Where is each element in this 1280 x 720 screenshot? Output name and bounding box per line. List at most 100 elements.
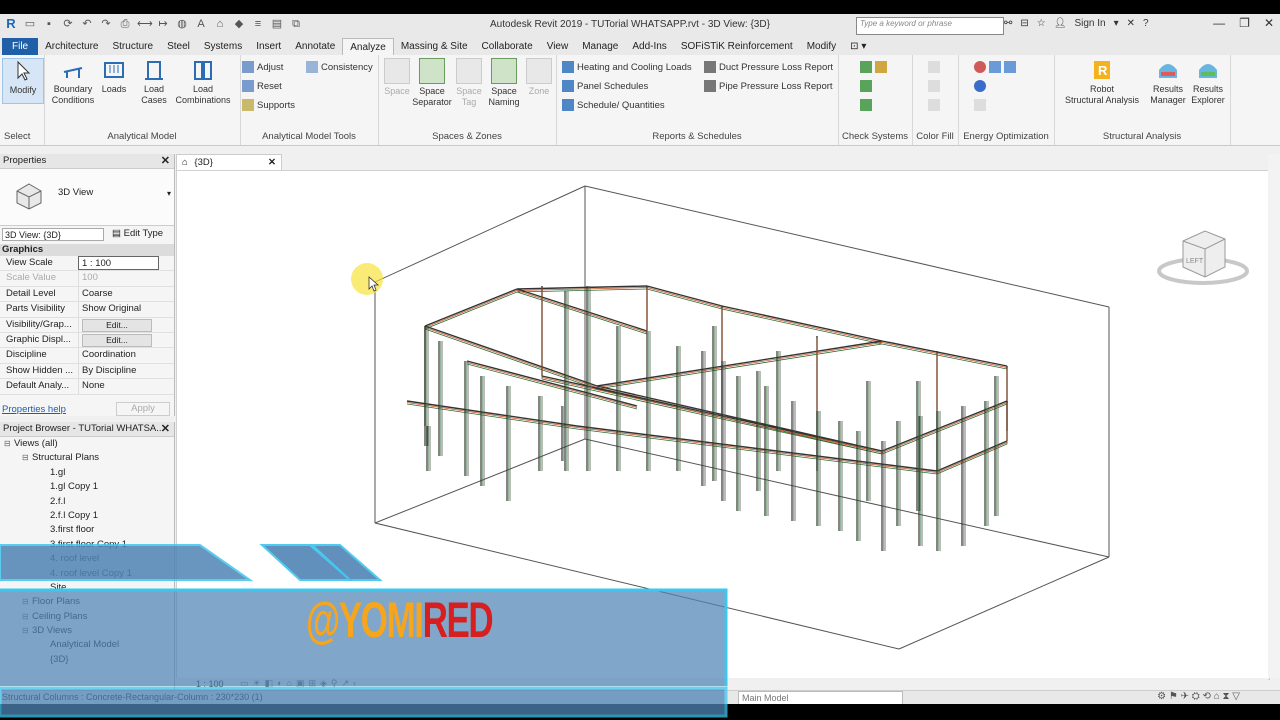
- optimize-button[interactable]: [974, 80, 986, 92]
- property-value[interactable]: Coarse: [78, 286, 158, 302]
- space-tag-button[interactable]: Space Tag: [452, 58, 486, 108]
- browser-node[interactable]: ⊟ Views (all): [0, 437, 174, 451]
- tab-modify[interactable]: Modify: [800, 38, 843, 55]
- browser-node[interactable]: 4. roof level Copy 1: [0, 567, 174, 581]
- robot-button[interactable]: R Robot Structural Analysis: [1060, 58, 1144, 106]
- expand-toggle-icon[interactable]: ⊟: [4, 437, 14, 451]
- browser-node[interactable]: {3D}: [0, 653, 174, 667]
- property-value[interactable]: Edit...: [78, 317, 158, 332]
- expand-toggle-icon[interactable]: ⊟: [22, 451, 32, 465]
- check-duct-button[interactable]: [860, 61, 887, 73]
- results-explorer-button[interactable]: Results Explorer: [1186, 58, 1230, 106]
- type-dropdown-icon[interactable]: ▾: [167, 189, 171, 198]
- edit-button[interactable]: Edit...: [82, 333, 152, 347]
- view-control-icons[interactable]: ▭☀◧◐⌂▣⊞◈⚲↗‹: [240, 678, 360, 689]
- edit-button[interactable]: Edit...: [82, 318, 152, 332]
- save-icon[interactable]: ▪: [42, 17, 56, 31]
- pipe-pressure-button[interactable]: Pipe Pressure Loss Report: [704, 80, 833, 92]
- analytical-model-panel-label[interactable]: Analytical Model: [44, 131, 240, 142]
- browser-node[interactable]: 2.f.l: [0, 495, 174, 509]
- restore-icon[interactable]: ❐: [1239, 16, 1250, 30]
- analytical-model-tools-label[interactable]: Analytical Model Tools: [240, 131, 378, 142]
- tab-analyze[interactable]: Analyze: [342, 37, 394, 56]
- show-disconnects-button[interactable]: [860, 99, 872, 111]
- property-value[interactable]: None: [78, 379, 158, 394]
- system-analysis-button[interactable]: [974, 99, 986, 111]
- tab-view[interactable]: View: [540, 38, 576, 55]
- apply-button[interactable]: Apply: [116, 402, 170, 416]
- tab-systems[interactable]: Systems: [197, 38, 249, 55]
- revit-logo-icon[interactable]: R: [4, 17, 18, 31]
- structural-analysis-label[interactable]: Structural Analysis: [1054, 131, 1230, 142]
- tab-structure[interactable]: Structure: [105, 38, 160, 55]
- expand-toggle-icon[interactable]: ⊟: [22, 595, 32, 609]
- space-naming-button[interactable]: Space Naming: [484, 58, 524, 108]
- check-circuits-button[interactable]: [860, 80, 872, 92]
- sync-icon[interactable]: ⟳: [61, 17, 75, 31]
- panel-schedules-button[interactable]: Panel Schedules: [562, 80, 648, 92]
- 3d-view-icon[interactable]: ⌂: [213, 17, 227, 31]
- close-icon[interactable]: ✕: [1264, 16, 1274, 30]
- browser-node[interactable]: 1.gl: [0, 466, 174, 480]
- properties-help-link[interactable]: Properties help: [2, 404, 66, 415]
- property-value[interactable]: Coordination: [78, 348, 158, 363]
- color-fill-label[interactable]: Color Fill: [912, 131, 958, 142]
- view-tab-3d[interactable]: ⌂ {3D} ✕: [176, 154, 282, 171]
- star-icon[interactable]: ☆: [1037, 18, 1046, 29]
- load-cases-button[interactable]: Load Cases: [132, 58, 176, 106]
- search-input[interactable]: Type a keyword or phrase: [856, 17, 1004, 35]
- browser-node[interactable]: 3.first floor: [0, 523, 174, 537]
- browser-node[interactable]: 3.first floor Copy 1: [0, 538, 174, 552]
- property-value[interactable]: Show Original: [78, 302, 158, 317]
- schedule-quantities-button[interactable]: Schedule/ Quantities: [562, 99, 665, 111]
- graphics-group-header[interactable]: Graphics: [0, 244, 174, 256]
- duct-legend-button[interactable]: [928, 61, 940, 73]
- expand-toggle-icon[interactable]: ⊟: [22, 624, 32, 638]
- close-properties-icon[interactable]: ✕: [161, 154, 170, 168]
- tab-annotate[interactable]: Annotate: [288, 38, 342, 55]
- binoculars-icon[interactable]: ⚯: [1004, 18, 1012, 29]
- thin-lines-icon[interactable]: ≡: [251, 17, 265, 31]
- location-button[interactable]: [974, 61, 1016, 73]
- contextual-tab-toggle-icon[interactable]: ⊡ ▾: [843, 38, 873, 55]
- view-instance-select[interactable]: 3D View: {3D}: [2, 228, 104, 241]
- section-box[interactable]: [374, 185, 1110, 650]
- results-manager-button[interactable]: Results Manager: [1146, 58, 1190, 106]
- tab-insert[interactable]: Insert: [249, 38, 288, 55]
- tab-architecture[interactable]: Architecture: [38, 38, 105, 55]
- close-view-tab-icon[interactable]: ✕: [268, 155, 276, 171]
- heating-cooling-button[interactable]: Heating and Cooling Loads: [562, 61, 692, 73]
- view-scale-label[interactable]: 1 : 100: [196, 679, 224, 689]
- tag-icon[interactable]: ◍: [175, 17, 189, 31]
- check-systems-label[interactable]: Check Systems: [838, 131, 912, 142]
- subscription-icon[interactable]: ⊟: [1020, 18, 1028, 29]
- viewcube[interactable]: LEFT: [1157, 227, 1249, 289]
- tab-steel[interactable]: Steel: [160, 38, 197, 55]
- minimize-icon[interactable]: —: [1213, 16, 1225, 30]
- structural-frame[interactable]: [406, 285, 1008, 551]
- loads-button[interactable]: Loads: [96, 58, 132, 95]
- redo-icon[interactable]: ↷: [99, 17, 113, 31]
- zone-button[interactable]: Zone: [522, 58, 556, 97]
- user-icon[interactable]: 👤︎: [1054, 18, 1067, 29]
- browser-node[interactable]: 1.gl Copy 1: [0, 480, 174, 494]
- switch-windows-icon[interactable]: ⧉: [289, 17, 303, 31]
- measure-icon[interactable]: ⟷: [137, 17, 153, 31]
- tab-add-ins[interactable]: Add-Ins: [625, 38, 673, 55]
- property-value[interactable]: Edit...: [78, 332, 158, 348]
- browser-node[interactable]: 2.f.l Copy 1: [0, 509, 174, 523]
- space-button[interactable]: Space: [380, 58, 414, 97]
- chevron-down-icon[interactable]: ▾: [1114, 18, 1119, 29]
- open-icon[interactable]: ▭: [23, 17, 37, 31]
- modify-button[interactable]: Modify: [2, 58, 44, 104]
- close-hidden-icon[interactable]: ▤: [270, 17, 284, 31]
- space-separator-button[interactable]: Space Separator: [412, 58, 452, 108]
- consistency-button[interactable]: Consistency: [306, 61, 373, 73]
- tab-collaborate[interactable]: Collaborate: [475, 38, 540, 55]
- select-panel-label[interactable]: Select: [0, 131, 44, 142]
- print-icon[interactable]: ⎙: [118, 17, 132, 31]
- energy-label[interactable]: Energy Optimization: [958, 131, 1054, 142]
- horizontal-scrollbar[interactable]: [560, 678, 1268, 690]
- close-browser-icon[interactable]: ✕: [161, 422, 170, 436]
- adjust-button[interactable]: Adjust: [242, 61, 283, 73]
